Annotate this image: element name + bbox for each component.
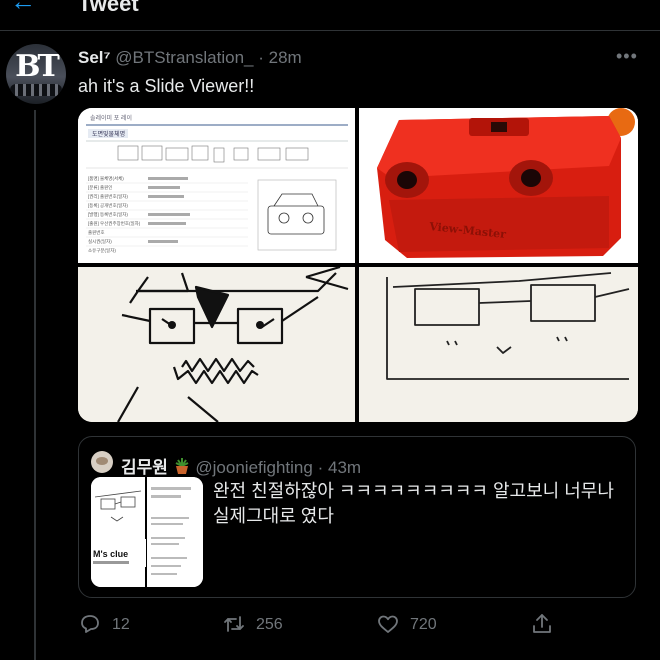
retweet-count: 256	[256, 616, 283, 633]
avatar-group-photo	[10, 84, 62, 96]
table-row-3: [권리] 출원번호(일자)	[88, 193, 128, 200]
reply-count: 12	[112, 616, 130, 633]
document-subheading: 도면및물체명	[92, 130, 125, 138]
tweet-timestamp[interactable]: 28m	[269, 48, 302, 67]
table-row-1: [품명] 물체명(서체)	[88, 175, 124, 182]
table-row-6: [출원] 우선권주장번호(일자)	[88, 220, 141, 227]
table-row-7: 출원번호	[88, 229, 105, 236]
media-image-document[interactable]: 솔레이미 포 레이 도면및물체명 [품명] 물체명(서체) [분류] 출원인 […	[78, 108, 355, 263]
quoted-author-handle[interactable]: @jooniefighting	[195, 458, 312, 477]
thumbnail-caption: M's clue	[93, 549, 128, 559]
share-icon	[533, 614, 551, 633]
table-row-9: 소유구분(일자)	[88, 247, 116, 254]
back-arrow-icon[interactable]: ←	[10, 0, 36, 17]
quoted-tweet-header: 김무원 @jooniefighting · 43m	[121, 453, 361, 478]
separator-dot: ·	[317, 458, 324, 477]
calm-face-drawing	[359, 267, 638, 422]
more-horizontal-icon[interactable]: •••	[616, 46, 638, 67]
like-icon	[378, 615, 398, 633]
quoted-tweet-text: 완전 친절하잖아 ㅋㅋㅋㅋㅋㅋㅋㅋㅋ 알고보니 너무나 실제그대로 였다	[213, 481, 614, 526]
author-name[interactable]: Sel⁷	[78, 48, 111, 67]
separator-dot: ·	[258, 48, 264, 67]
media-image-viewmaster[interactable]: View-Master	[359, 108, 638, 263]
avatar-logo-text: BT	[15, 49, 60, 84]
media-image-calm-drawing[interactable]	[359, 267, 638, 422]
retweet-icon	[224, 616, 244, 632]
quoted-media-thumbnail[interactable]: M's clue	[91, 477, 203, 587]
table-row-5: [발행] 등록번호(일자)	[88, 211, 128, 218]
reply-icon	[81, 615, 99, 633]
document-heading: 솔레이미 포 레이	[90, 114, 132, 122]
media-image-angry-drawing[interactable]	[78, 267, 355, 422]
quoted-author-name[interactable]: 김무원	[121, 458, 168, 477]
table-row-8: 실시권(일자)	[88, 238, 112, 245]
tweet-actions-bar: 12 256 720	[78, 612, 638, 640]
table-row-4: [등록] 공개번호(일자)	[88, 202, 128, 209]
quoted-thumbnail-illustration: M's clue	[91, 477, 203, 587]
quoted-author-avatar[interactable]	[91, 451, 113, 473]
like-count: 720	[410, 616, 437, 633]
angry-face-drawing	[78, 267, 355, 422]
red-view-master-illustration: View-Master	[359, 108, 638, 263]
header-divider	[0, 30, 660, 31]
quoted-tweet[interactable]: 김무원 @jooniefighting · 43m M's clue 완전 친절…	[78, 436, 636, 598]
avatar[interactable]: BT	[6, 44, 66, 104]
media-grid[interactable]: 솔레이미 포 레이 도면및물체명 [품명] 물체명(서체) [분류] 출원인 […	[78, 108, 638, 422]
tweet-text: ah it's a Slide Viewer!!	[78, 76, 255, 96]
document-scan-illustration: 솔레이미 포 레이 도면및물체명 [품명] 물체명(서체) [분류] 출원인 […	[78, 108, 355, 263]
page-title: Tweet	[78, 0, 139, 16]
table-row-2: [분류] 출원인	[88, 184, 112, 191]
tweet-header: Sel⁷ @BTStranslation_ · 28m	[78, 48, 302, 68]
quoted-timestamp[interactable]: 43m	[328, 458, 361, 477]
top-bar: ← Tweet	[0, 0, 660, 22]
potted-plant-icon	[175, 458, 189, 474]
thread-connector-line	[34, 110, 36, 660]
author-handle[interactable]: @BTStranslation_	[115, 48, 253, 67]
